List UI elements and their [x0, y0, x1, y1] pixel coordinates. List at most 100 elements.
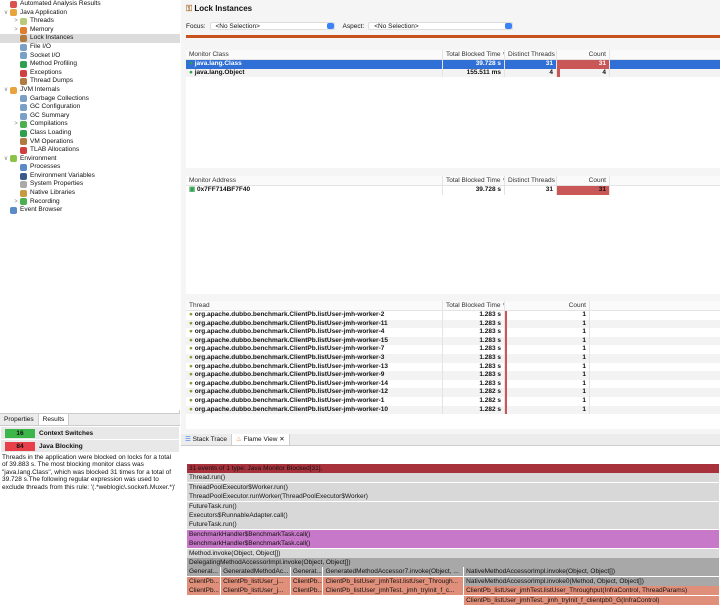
- tree-item[interactable]: > Memory: [0, 26, 180, 35]
- flame-frame[interactable]: 31 events of 1 type: Java Monitor Blocke…: [187, 464, 720, 473]
- flame-frame[interactable]: ClientPb...: [187, 576, 222, 586]
- tree-item[interactable]: Event Browser: [0, 206, 180, 215]
- tree-item[interactable]: > Compilations: [0, 120, 180, 129]
- column-header[interactable]: Total Blocked Time ∨: [443, 176, 505, 185]
- close-icon[interactable]: ✕: [279, 436, 284, 443]
- table-row[interactable]: ● org.apache.dubbo.benchmark.ClientPb.li…: [186, 336, 720, 346]
- expand-toggle-icon[interactable]: >: [12, 198, 20, 207]
- tree-item-label: Compilations: [30, 120, 68, 128]
- tree-item[interactable]: Garbage Collections: [0, 95, 180, 104]
- flame-frame[interactable]: Thread.run(): [187, 473, 720, 483]
- flame-frame[interactable]: ClientPb_listUser_jmhTest.listUser_Throu…: [323, 576, 465, 586]
- focus-dropdown[interactable]: <No Selection>: [209, 22, 335, 30]
- table-row[interactable]: ● org.apache.dubbo.benchmark.ClientPb.li…: [186, 328, 720, 337]
- column-header[interactable]: Monitor Address: [186, 176, 443, 185]
- flame-frame[interactable]: ClientPb_listUser_j...: [221, 586, 291, 596]
- tree-item[interactable]: System Properties: [0, 180, 180, 189]
- tree-item[interactable]: Method Profiling: [0, 60, 180, 69]
- tree-item[interactable]: Native Libraries: [0, 189, 180, 198]
- table-row[interactable]: ● org.apache.dubbo.benchmark.ClientPb.li…: [186, 396, 720, 406]
- tree-item[interactable]: > Recording: [0, 198, 180, 207]
- count-value: 1: [505, 319, 590, 329]
- table-row[interactable]: ● org.apache.dubbo.benchmark.ClientPb.li…: [186, 311, 720, 320]
- table-row[interactable]: ● org.apache.dubbo.benchmark.ClientPb.li…: [186, 353, 720, 363]
- result-java-blocking[interactable]: 84 Java Blocking: [1, 440, 179, 452]
- tree-item[interactable]: Lock Instances: [0, 34, 180, 43]
- flame-frame[interactable]: ClientPb...: [290, 586, 324, 596]
- tree-item[interactable]: Processes: [0, 163, 180, 172]
- expand-toggle-icon[interactable]: ∨: [2, 155, 10, 164]
- table-row[interactable]: ● org.apache.dubbo.benchmark.ClientPb.li…: [186, 371, 720, 380]
- column-header[interactable]: Count: [505, 301, 590, 310]
- tree-item[interactable]: Automated Analysis Results: [0, 0, 180, 9]
- flame-frame[interactable]: GeneratedMethodAc...: [221, 567, 291, 577]
- flame-frame[interactable]: ClientPb_listUser_jmhTest._jmh_tryInit_f…: [323, 586, 465, 596]
- table-row[interactable]: ● org.apache.dubbo.benchmark.ClientPb.li…: [186, 345, 720, 354]
- table-header: Monitor Address Total Blocked Time ∨ Disti…: [186, 176, 720, 186]
- tab-results[interactable]: Results: [38, 414, 70, 425]
- flame-frame[interactable]: ClientPb_listUser_jmhTest.listUser_Throu…: [464, 586, 720, 596]
- tab-flame-view[interactable]: ♨ Flame View ✕: [231, 434, 290, 445]
- table-row[interactable]: ● org.apache.dubbo.benchmark.ClientPb.li…: [186, 319, 720, 329]
- tree-item[interactable]: GC Summary: [0, 112, 180, 121]
- expand-toggle-icon[interactable]: >: [12, 120, 20, 129]
- table-row[interactable]: ● org.apache.dubbo.benchmark.ClientPb.li…: [186, 379, 720, 389]
- flame-frame[interactable]: Generat...: [290, 567, 324, 577]
- expand-toggle-icon[interactable]: >: [12, 26, 20, 35]
- column-header[interactable]: Distinct Threads: [505, 50, 557, 59]
- table-row[interactable]: ● org.apache.dubbo.benchmark.ClientPb.li…: [186, 405, 720, 415]
- result-context-switches[interactable]: 16 Context Switches: [1, 427, 179, 439]
- flame-frame[interactable]: GeneratedMethodAccessor7.invoke(Object, …: [323, 567, 465, 577]
- expand-toggle-icon[interactable]: ∨: [2, 86, 10, 95]
- tree-item[interactable]: > Threads: [0, 17, 180, 26]
- table-row[interactable]: ● org.apache.dubbo.benchmark.ClientPb.li…: [186, 388, 720, 397]
- tree-item[interactable]: Thread Dumps: [0, 77, 180, 86]
- tree-item[interactable]: Environment Variables: [0, 172, 180, 181]
- expand-toggle-icon[interactable]: ∨: [2, 9, 10, 18]
- flame-frame[interactable]: BenchmarkHandler$BenchmarkTask.call(): [187, 529, 720, 539]
- tree-item[interactable]: ∨ Environment: [0, 155, 180, 164]
- tree-item[interactable]: Class Loading: [0, 129, 180, 138]
- flame-frame[interactable]: DelegatingMethodAccessorImpl.invoke(Obje…: [187, 558, 720, 567]
- tree-item-icon: [20, 17, 27, 25]
- flame-frame[interactable]: BenchmarkHandler$BenchmarkTask.call(): [187, 539, 720, 549]
- tree-item[interactable]: VM Operations: [0, 138, 180, 147]
- table-row[interactable]: ● java.lang.Class 39.728 s 31 31: [186, 60, 720, 69]
- tab-stack-trace[interactable]: ☰ Stack Trace: [181, 434, 232, 445]
- column-header[interactable]: Monitor Class: [186, 50, 443, 59]
- column-header[interactable]: Total Blocked Time ∨: [443, 301, 505, 310]
- flame-frame[interactable]: Generat...: [187, 567, 222, 577]
- column-header[interactable]: Total Blocked Time ∨: [443, 50, 505, 59]
- expand-toggle-icon[interactable]: >: [12, 17, 20, 26]
- tree-item[interactable]: Socket I/O: [0, 52, 180, 61]
- row-name-text: java.lang.Object: [194, 68, 245, 76]
- flame-frame[interactable]: ClientPb...: [290, 576, 324, 586]
- table-row[interactable]: ● java.lang.Object 155.511 ms 4 4: [186, 68, 720, 78]
- flame-frame[interactable]: NativeMethodAccessorImpl.invoke0(Method,…: [464, 576, 720, 586]
- flame-frame[interactable]: Executors$RunnableAdapter.call(): [187, 511, 720, 520]
- flame-frame[interactable]: FutureTask.run(): [187, 501, 720, 511]
- tree-item[interactable]: ∨ JVM Internals: [0, 86, 180, 95]
- flame-frame[interactable]: Method.invoke(Object, Object[]): [187, 548, 720, 558]
- flame-frame[interactable]: ClientPb...: [187, 586, 222, 596]
- tree-item[interactable]: TLAB Allocations: [0, 146, 180, 155]
- tab-properties[interactable]: Properties: [0, 414, 39, 425]
- tree-item[interactable]: File I/O: [0, 43, 180, 52]
- column-header[interactable]: Distinct Threads: [505, 176, 557, 185]
- flame-frame[interactable]: ClientPb_listUser_j...: [221, 576, 291, 586]
- tree-item[interactable]: ∨ Java Application: [0, 9, 180, 18]
- column-header[interactable]: Count: [557, 176, 610, 185]
- flame-frame[interactable]: ClientPb_listUser_jmhTest._jmh_tryInit_f…: [464, 595, 720, 605]
- table-row[interactable]: ▣ 0x7FF714BF7F40 39.728 s 31 31: [186, 186, 720, 195]
- flame-frame[interactable]: NativeMethodAccessorImpl.invoke(Object, …: [464, 567, 720, 577]
- aspect-dropdown[interactable]: <No Selection>: [368, 22, 514, 30]
- flame-frame[interactable]: ThreadPoolExecutor.runWorker(ThreadPoolE…: [187, 492, 720, 502]
- column-header[interactable]: Count: [557, 50, 610, 59]
- table-row[interactable]: ● org.apache.dubbo.benchmark.ClientPb.li…: [186, 362, 720, 372]
- column-header[interactable]: Thread: [186, 301, 443, 310]
- tree-item[interactable]: GC Configuration: [0, 103, 180, 112]
- tree-item[interactable]: Exceptions: [0, 69, 180, 78]
- flame-frame[interactable]: FutureTask.run(): [187, 520, 720, 530]
- flame-frame[interactable]: ThreadPoolExecutor$Worker.run(): [187, 482, 720, 492]
- count-value: 1: [505, 345, 590, 354]
